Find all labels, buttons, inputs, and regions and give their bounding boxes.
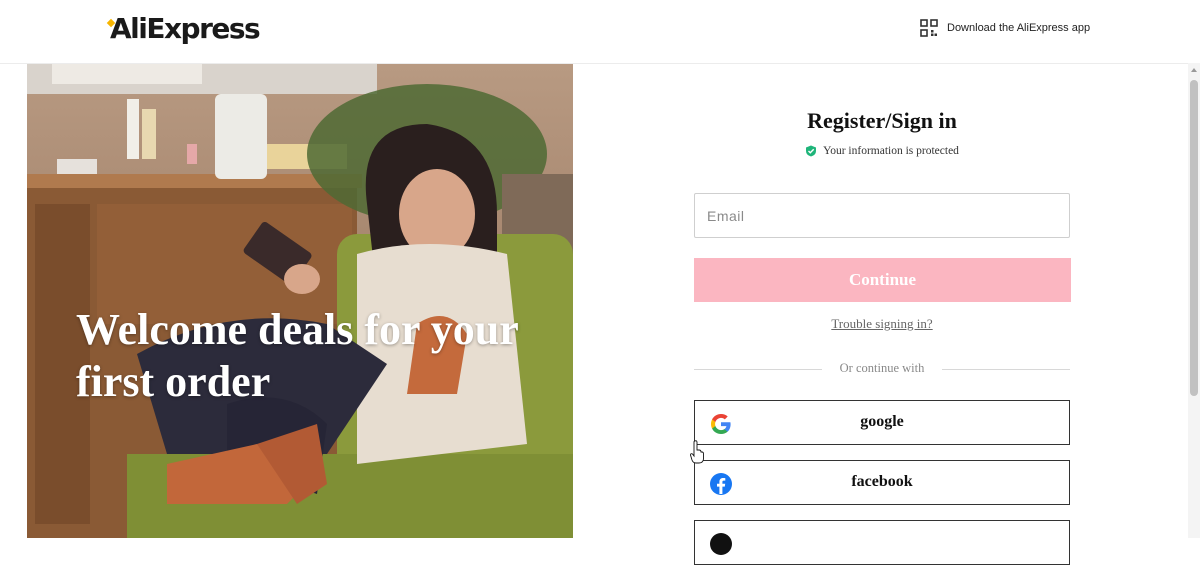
continue-button[interactable]: Continue <box>694 258 1071 302</box>
shield-check-icon <box>806 145 817 157</box>
email-input[interactable] <box>694 193 1070 238</box>
facebook-label: facebook <box>851 473 913 490</box>
page-scrollbar[interactable] <box>1188 63 1200 538</box>
scroll-thumb[interactable] <box>1190 80 1198 396</box>
download-app-label: Download the AliExpress app <box>947 22 1091 34</box>
qr-code-icon <box>920 19 938 37</box>
trouble-signing-in-link[interactable]: Trouble signing in? <box>694 316 1070 332</box>
apple-signin-button[interactable] <box>694 520 1070 565</box>
hand-cursor-icon <box>690 440 704 464</box>
facebook-signin-button[interactable]: facebook <box>694 460 1070 505</box>
protected-notice: Your information is protected <box>694 145 1070 157</box>
aliexpress-logo[interactable]: AliExpress <box>110 12 261 45</box>
download-app-link[interactable]: Download the AliExpress app <box>920 19 1090 37</box>
or-continue-divider: Or continue with <box>694 361 1070 377</box>
divider-line-right <box>942 369 1070 370</box>
apple-icon <box>710 533 732 555</box>
google-signin-button[interactable]: google <box>694 400 1070 445</box>
page-title: Register/Sign in <box>807 108 957 133</box>
hero-photo <box>27 64 573 538</box>
google-label: google <box>860 413 904 430</box>
top-header: AliExpress Download the AliExpress app <box>0 0 1188 64</box>
protected-text: Your information is protected <box>823 145 959 157</box>
hero-banner: Welcome deals for your first order <box>27 64 573 538</box>
scroll-up-arrow-icon[interactable] <box>1191 68 1197 72</box>
hero-headline: Welcome deals for your first order <box>76 305 518 406</box>
